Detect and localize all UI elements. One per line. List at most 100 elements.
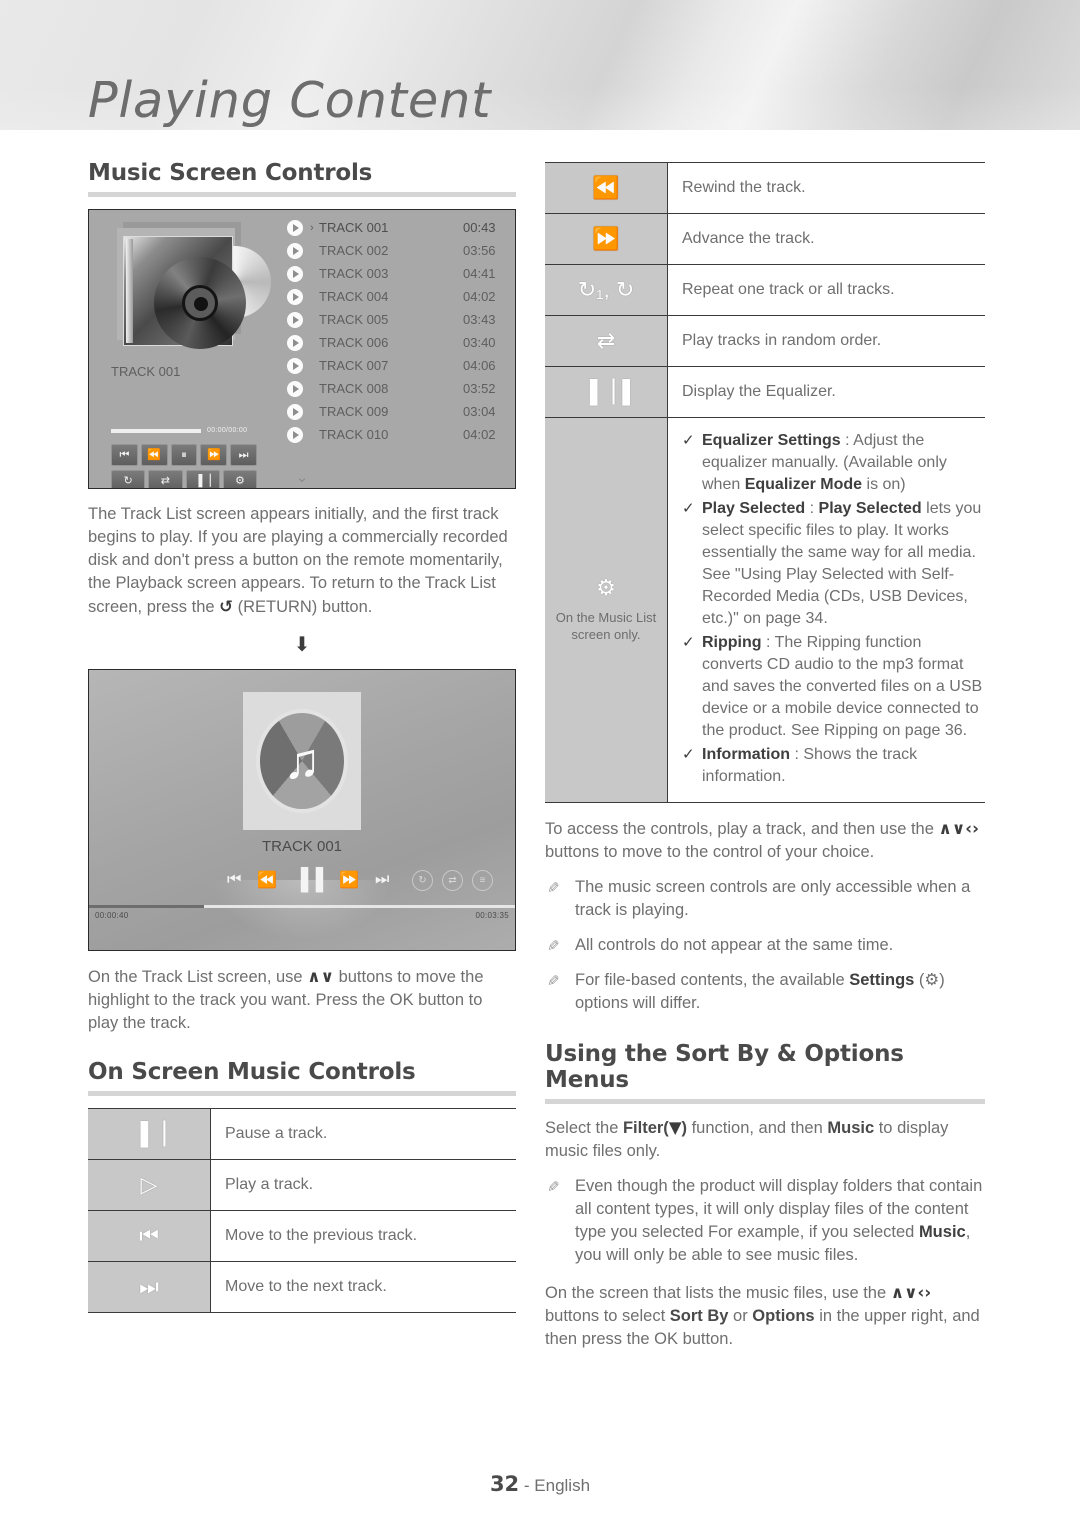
track-list-item[interactable]: TRACK 006 03:40 — [279, 331, 515, 354]
settings-bullet-ripping: Ripping : The Ripping function converts … — [682, 632, 985, 742]
control-description: Advance the track. — [667, 213, 985, 265]
control-description: Move to the next track. — [210, 1261, 516, 1313]
track-name: TRACK 007 — [319, 358, 389, 373]
table-row: ▐▕▐ Display the Equalizer. — [545, 366, 985, 418]
bullet-term: Equalizer Settings — [702, 432, 841, 449]
note-item: All controls do not appear at the same t… — [545, 934, 985, 957]
sort-by-label: Sort By — [669, 1307, 729, 1325]
equalizer-button[interactable]: ▐▕ — [185, 470, 220, 488]
music-note-icon: ♫ — [283, 733, 321, 789]
table-row: ⏩ Advance the track. — [545, 213, 985, 265]
settings-options-list: Equalizer Settings : Adjust the equalize… — [667, 417, 985, 803]
track-list-left-pane: TRACK 001 00:00/00:00 ⏮ ⏪ ⏸ ⏩ ⏭ ↻ ⇄ ▐▕ ⚙ — [89, 210, 279, 488]
repeat-button[interactable]: ↻ — [111, 470, 146, 488]
track-name: TRACK 004 — [319, 289, 389, 304]
scroll-down-icon[interactable]: ⌄ — [296, 468, 309, 486]
paragraph-sort-by-options: On the screen that lists the music files… — [545, 1281, 985, 1351]
track-name: TRACK 006 — [319, 335, 389, 350]
bullet-body-a: lets you select specific files to play. … — [702, 500, 982, 627]
play-icon — [287, 357, 303, 374]
note-item: Even though the product will display fol… — [545, 1175, 985, 1267]
gear-icon: ⚙ On the Music List screen only. — [545, 417, 668, 803]
options-label: Options — [752, 1307, 815, 1325]
pause-icon[interactable]: ▐▐ — [293, 868, 323, 892]
paragraph-part-a: On the screen that lists the music files… — [545, 1284, 891, 1302]
bullet-term: Ripping — [702, 634, 762, 651]
track-list-item[interactable]: TRACK 010 04:02 — [279, 423, 515, 446]
next-track-button[interactable]: ⏭ — [230, 444, 257, 466]
table-row-settings: ⚙ On the Music List screen only. Equaliz… — [545, 417, 985, 803]
track-list-item[interactable]: TRACK 002 03:56 — [279, 239, 515, 262]
settings-button[interactable]: ⚙ — [222, 470, 257, 488]
rewind-icon[interactable]: ⏪ — [257, 870, 277, 890]
shuffle-icon: ⇄ — [545, 315, 668, 367]
note-text: All controls do not appear at the same t… — [575, 936, 894, 954]
track-time: 04:02 — [463, 289, 496, 304]
rewind-button[interactable]: ⏪ — [140, 444, 168, 466]
settings-availability-label: On the Music List screen only. — [555, 610, 657, 642]
shuffle-icon[interactable]: ⇄ — [442, 869, 463, 891]
table-row: ⏭ Move to the next track. — [88, 1261, 516, 1313]
control-description: Repeat one track or all tracks. — [667, 264, 985, 316]
album-art — [111, 222, 271, 354]
track-time: 03:43 — [463, 312, 496, 327]
playback-elapsed-time: 00:00:40 — [95, 911, 129, 920]
playback-transport-group: ⏮ ⏪ ▐▐ ⏩ ⏭ — [227, 868, 389, 892]
previous-track-icon[interactable]: ⏮ — [227, 871, 241, 889]
paragraph-part-b: buttons to move to the control of your c… — [545, 843, 875, 861]
repeat-icon[interactable]: ↻ — [412, 869, 433, 891]
track-name: TRACK 001 — [319, 220, 389, 235]
table-row: ↻₁, ↻ Repeat one track or all tracks. — [545, 264, 985, 316]
control-description: Pause a track. — [210, 1108, 516, 1160]
track-list-item[interactable]: TRACK 004 04:02 — [279, 285, 515, 308]
settings-bullet-information: Information : Shows the track informatio… — [682, 744, 985, 788]
paragraph-track-list-navigation: On the Track List screen, use ∧∨ buttons… — [88, 965, 516, 1035]
footer-language: English — [534, 1476, 591, 1495]
track-list-item[interactable]: TRACK 009 03:04 — [279, 400, 515, 423]
paragraph-part-a: To access the controls, play a track, an… — [545, 820, 939, 838]
on-screen-controls-table: ▐▕ Pause a track. ▷ Play a track. ⏮ Move… — [88, 1108, 516, 1313]
page-footer: 32 - English — [0, 1472, 1080, 1496]
paragraph-part-a: On the Track List screen, use — [88, 968, 308, 986]
filter-icon: ▼ — [668, 1118, 682, 1137]
track-list-item[interactable]: TRACK 008 03:52 — [279, 377, 515, 400]
playback-track-title: TRACK 001 — [261, 838, 343, 855]
equalizer-icon[interactable]: ≡ — [472, 869, 493, 891]
right-column: ⏪ Rewind the track. ⏩ Advance the track.… — [545, 160, 985, 1351]
pause-button[interactable]: ⏸ — [170, 444, 198, 466]
track-time: 03:40 — [463, 335, 496, 350]
heading-rule — [545, 1099, 985, 1104]
next-track-icon[interactable]: ⏭ — [375, 871, 389, 889]
playback-screenshot: ♫ TRACK 001 ⏮ ⏪ ▐▐ ⏩ ⏭ ↻ ⇄ ≡ 00:00:40 00… — [88, 669, 516, 951]
playback-album-art: ♫ — [243, 692, 361, 830]
playback-progress-bar[interactable] — [89, 905, 515, 908]
settings-bullet-equalizer: Equalizer Settings : Adjust the equalize… — [682, 430, 985, 496]
track-list-item[interactable]: TRACK 005 03:43 — [279, 308, 515, 331]
bullet-sep: : — [790, 746, 804, 763]
rewind-icon: ⏪ — [545, 162, 668, 214]
bullet-bold-mid: Equalizer Mode — [744, 476, 863, 493]
next-track-icon: ⏭ — [88, 1261, 211, 1313]
pause-icon: ▐▕ — [88, 1108, 211, 1160]
track-list-item[interactable]: TRACK 003 04:41 — [279, 262, 515, 285]
table-row: ▷ Play a track. — [88, 1159, 516, 1211]
fast-forward-icon[interactable]: ⏩ — [339, 870, 359, 890]
fast-forward-icon: ⏩ — [545, 213, 668, 265]
section-heading-sort-by-options: Using the Sort By & Options Menus — [545, 1041, 904, 1093]
music-screen-controls-table: ⏪ Rewind the track. ⏩ Advance the track.… — [545, 162, 985, 803]
paragraph-part-a: Select the — [545, 1119, 623, 1137]
control-description: Play a track. — [210, 1159, 516, 1211]
play-icon — [287, 265, 303, 282]
page-number: 32 — [489, 1472, 520, 1496]
track-time: 03:52 — [463, 381, 496, 396]
control-description: Move to the previous track. — [210, 1210, 516, 1262]
gear-glyph: ⚙ — [596, 575, 616, 600]
track-name: TRACK 009 — [319, 404, 389, 419]
shuffle-button[interactable]: ⇄ — [148, 470, 183, 488]
track-list-item[interactable]: TRACK 007 04:06 — [279, 354, 515, 377]
previous-track-button[interactable]: ⏮ — [111, 444, 138, 466]
paragraph-filter: Select the Filter(▼) function, and then … — [545, 1116, 985, 1163]
track-list-item[interactable]: › TRACK 001 00:43 — [279, 216, 515, 239]
playback-total-time: 00:03:35 — [475, 911, 509, 920]
fast-forward-button[interactable]: ⏩ — [200, 444, 228, 466]
